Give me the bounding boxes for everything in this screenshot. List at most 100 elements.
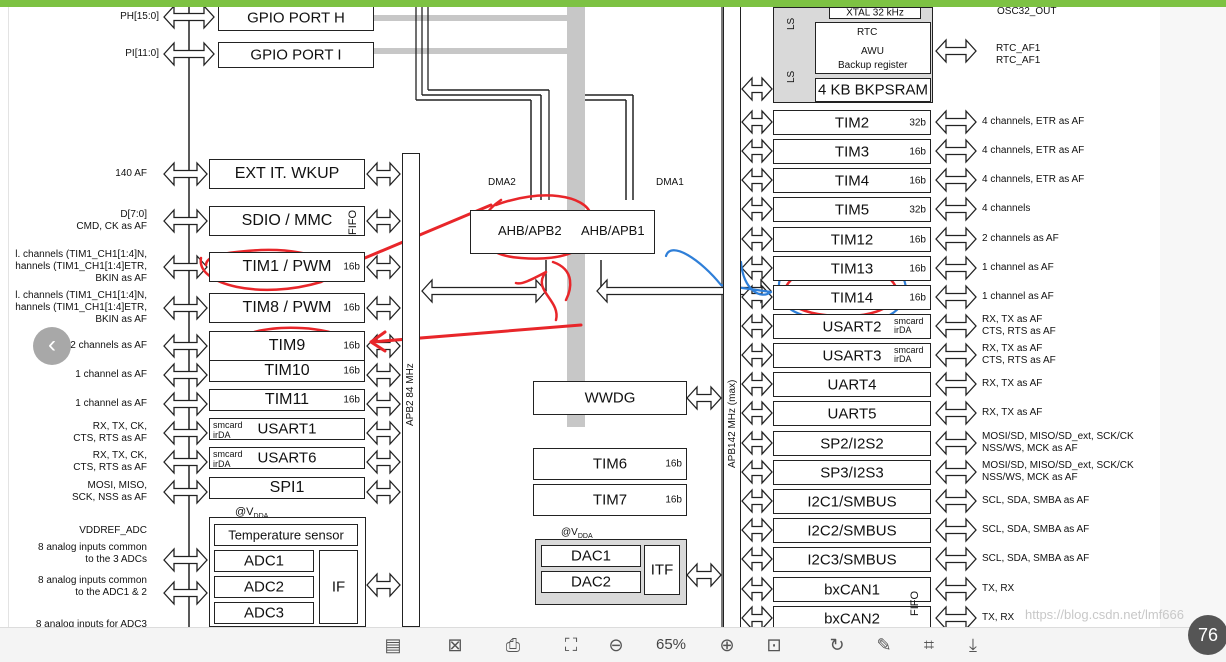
adc-2[interactable]: ADC2: [214, 576, 314, 598]
left-block-3[interactable]: TIM8 / PWM 16b: [209, 293, 365, 323]
left-block-7[interactable]: USART1 smcard irDA: [209, 418, 365, 440]
xtal-block[interactable]: XTAL 32 kHz: [829, 7, 921, 19]
right-block-4[interactable]: TIM12 16b: [773, 227, 931, 252]
left-block-5[interactable]: TIM10 16b: [209, 360, 365, 382]
tim6-block-label: TIM6: [592, 455, 628, 473]
download-icon[interactable]: ⤓: [962, 634, 984, 656]
apb1-arrow-17: [741, 605, 773, 627]
apb1-arrow-0: [741, 109, 773, 135]
left-block-6-bits: 16b: [343, 394, 360, 406]
rtc-ls-label-2: LS: [786, 70, 797, 83]
apb1-arrow-11: [741, 430, 773, 456]
right-block-4-bits: 16b: [909, 234, 926, 245]
dac-itf-label: ITF: [650, 561, 674, 579]
rtc-backup: Backup register: [838, 60, 908, 71]
right-block-12[interactable]: SP3/I2S3: [773, 460, 931, 485]
right-block-15[interactable]: I2C3/SMBUS: [773, 547, 931, 572]
can-fifo-label: FIFO: [909, 590, 921, 616]
left-block-2[interactable]: TIM1 / PWM 16b: [209, 252, 365, 282]
rotate-icon[interactable]: ↻: [826, 634, 848, 656]
dac-itf[interactable]: ITF: [644, 545, 680, 595]
watermark: https://blog.csdn.net/lmf666: [1025, 607, 1184, 622]
adc-input-label-0: 8 analog inputs common to the 3 ADCs: [38, 542, 147, 565]
adc-1[interactable]: ADC1: [214, 550, 314, 572]
right-block-5-bits: 16b: [909, 263, 926, 274]
right-block-0[interactable]: TIM2 32b: [773, 110, 931, 135]
rtc-af-label: RTC_AF1 RTC_AF1: [996, 43, 1041, 66]
gpio-port-i[interactable]: GPIO PORT I: [218, 42, 374, 68]
left-pin-label-1: D[7:0] CMD, CK as AF: [76, 209, 147, 232]
rtc-apb1-arrow: [741, 76, 773, 102]
right-arrow-6: [935, 284, 977, 310]
right-pin-label-16: TX, RX: [982, 583, 1015, 594]
zoom-out-icon[interactable]: ⊖: [605, 634, 627, 656]
left-block-4[interactable]: TIM9 16b: [209, 331, 365, 361]
right-block-16[interactable]: bxCAN1: [773, 577, 931, 602]
right-arrow-5: [935, 255, 977, 281]
page-badge: 76: [1188, 615, 1226, 655]
right-pin-label-7: RX, TX as AF CTS, RTS as AF: [982, 314, 1056, 337]
actual-size-icon[interactable]: ⊡: [763, 634, 785, 656]
gpio-port-h[interactable]: GPIO PORT H: [218, 7, 374, 31]
annotate-icon[interactable]: ✎: [873, 634, 895, 656]
crop-icon[interactable]: ⌗: [918, 634, 940, 656]
xtal-block-label: XTAL 32 kHz: [846, 7, 904, 19]
apb1-arrow-3: [741, 196, 773, 222]
right-arrow-7: [935, 313, 977, 339]
adc-if[interactable]: IF: [319, 550, 358, 624]
right-block-10[interactable]: UART5: [773, 401, 931, 426]
left-block-0[interactable]: EXT IT. WKUP: [209, 159, 365, 189]
adc-2-label: ADC2: [243, 578, 284, 596]
previous-page-button[interactable]: ‹: [33, 327, 71, 365]
right-block-6[interactable]: TIM14 16b: [773, 285, 931, 310]
right-block-13[interactable]: I2C1/SMBUS: [773, 489, 931, 514]
right-block-4-label: TIM12: [830, 231, 874, 248]
tim6-block[interactable]: TIM6 16b: [533, 448, 687, 480]
crop-select-icon[interactable]: ⊠: [444, 634, 466, 656]
left-block-3-label: TIM8 / PWM: [242, 299, 332, 316]
adc-3-label: ADC3: [243, 604, 284, 622]
right-block-14[interactable]: I2C2/SMBUS: [773, 518, 931, 543]
apb1-arrow-8: [741, 342, 773, 368]
right-arrow-17: [935, 605, 977, 627]
apb1-arrow-1: [741, 138, 773, 164]
adc-if-label: IF: [331, 578, 346, 596]
left-block-9[interactable]: SPI1: [209, 477, 365, 499]
right-block-3[interactable]: TIM5 32b: [773, 197, 931, 222]
right-block-15-label: I2C3/SMBUS: [807, 551, 897, 568]
layout-icon[interactable]: ▤: [382, 634, 404, 656]
fit-page-icon[interactable]: ⛶: [560, 634, 582, 656]
apb1-arrow-9: [741, 371, 773, 397]
right-block-9[interactable]: UART4: [773, 372, 931, 397]
translate-icon[interactable]: ⎙: [502, 634, 524, 656]
apb1-arrow-14: [741, 517, 773, 543]
rtc-title: RTC: [857, 27, 878, 38]
right-block-11[interactable]: SP2/I2S2: [773, 431, 931, 456]
bridge-apb2-arrow: [421, 278, 547, 304]
right-pin-label-5: 1 channel as AF: [982, 262, 1054, 273]
right-pin-label-13: SCL, SDA, SMBA as AF: [982, 495, 1090, 506]
bkpsram-block[interactable]: 4 KB BKPSRAM: [815, 78, 931, 102]
left-block-6[interactable]: TIM11 16b: [209, 389, 365, 411]
apb1-arrow-12: [741, 459, 773, 485]
right-block-17-label: bxCAN2: [824, 610, 880, 627]
apb1-arrow-4: [741, 226, 773, 252]
left-block-1[interactable]: SDIO / MMC: [209, 206, 365, 236]
right-arrow-10: [935, 400, 977, 426]
wwdg-block[interactable]: WWDG: [533, 381, 687, 415]
dma1-label: DMA1: [656, 177, 684, 188]
right-block-5[interactable]: TIM13 16b: [773, 256, 931, 281]
apb2-arrow-4: [366, 333, 401, 359]
tim7-block[interactable]: TIM7 16b: [533, 484, 687, 516]
temperature-sensor[interactable]: Temperature sensor: [214, 524, 358, 546]
dac-1[interactable]: DAC1: [541, 545, 641, 567]
right-block-2[interactable]: TIM4 16b: [773, 168, 931, 193]
zoom-in-icon[interactable]: ⊕: [716, 634, 738, 656]
right-pin-label-4: 2 channels as AF: [982, 233, 1059, 244]
dac-2[interactable]: DAC2: [541, 571, 641, 593]
left-block-8[interactable]: USART6 smcard irDA: [209, 447, 365, 469]
right-block-17[interactable]: bxCAN2: [773, 606, 931, 627]
adc-3[interactable]: ADC3: [214, 602, 314, 624]
left-block-9-label: SPI1: [269, 479, 305, 496]
right-block-1[interactable]: TIM3 16b: [773, 139, 931, 164]
